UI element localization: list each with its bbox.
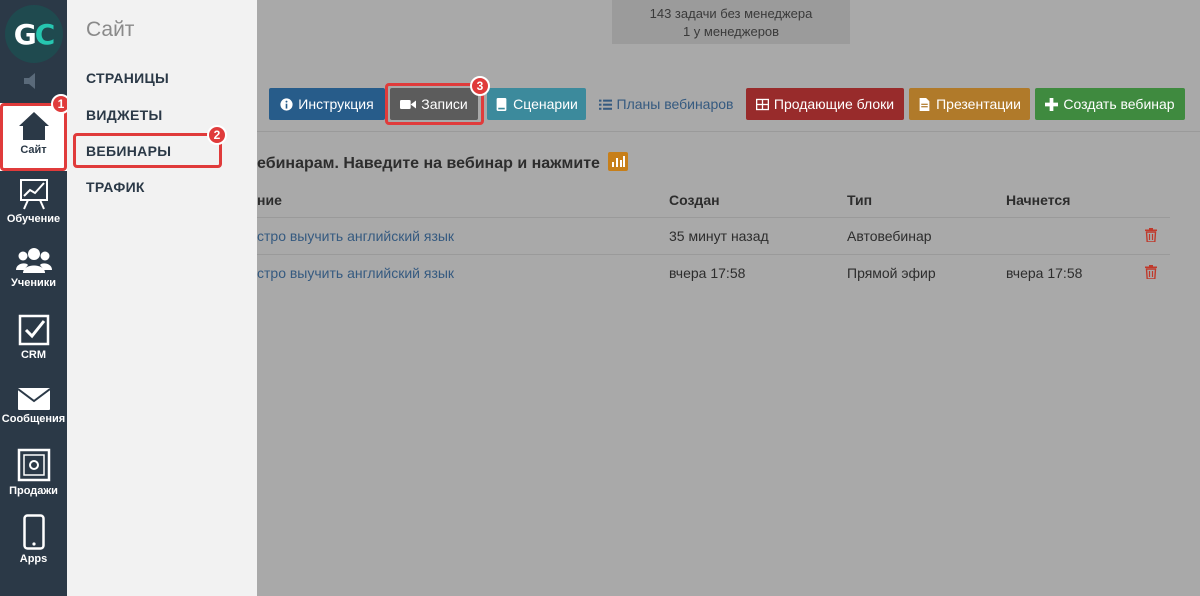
- users-icon: [15, 248, 52, 273]
- column-header-type[interactable]: Тип: [847, 192, 872, 208]
- list-icon: [598, 99, 612, 110]
- selling-blocks-label: Продающие блоки: [773, 96, 895, 112]
- column-header-created[interactable]: Создан: [669, 192, 720, 208]
- menu-item-pages[interactable]: СТРАНИЦЫ: [86, 70, 169, 86]
- menu-item-traffic[interactable]: ТРАФИК: [86, 179, 145, 195]
- rail-item-label: Ученики: [10, 277, 57, 289]
- webinars-highlight: [73, 133, 222, 168]
- column-header-starts[interactable]: Начнется: [1006, 192, 1070, 208]
- instruction-button[interactable]: Инструкция: [269, 88, 385, 120]
- records-highlight: [385, 83, 484, 125]
- logo-mark: GC: [4, 5, 63, 63]
- menu-item-widgets[interactable]: ВИДЖЕТЫ: [86, 107, 163, 123]
- tasks-stats[interactable]: 143 задачи без менеджера 1 у менеджеров: [612, 0, 850, 44]
- phone-icon: [22, 514, 45, 550]
- stats-chart-icon: [608, 152, 629, 171]
- webinar-plans-link[interactable]: Планы вебинаров: [598, 88, 734, 120]
- rail-item-apps[interactable]: Apps: [0, 514, 67, 570]
- rail-item-crm[interactable]: CRM: [0, 314, 67, 366]
- webinar-created: 35 минут назад: [669, 228, 769, 244]
- chart-board-icon: [19, 179, 48, 210]
- webinar-plans-label: Планы вебинаров: [616, 96, 734, 112]
- speaker-icon[interactable]: [22, 72, 46, 90]
- rail-item-learning[interactable]: Обучение: [0, 178, 67, 234]
- webinar-name-link[interactable]: стро выучить английский язык: [257, 265, 454, 281]
- create-webinar-label: Создать вебинар: [1063, 96, 1175, 112]
- webinar-name-link[interactable]: стро выучить английский язык: [257, 228, 454, 244]
- logo-letter-g: G: [13, 17, 37, 51]
- webinar-hint: ебинарам. Наведите на вебинар и нажмите: [257, 152, 629, 173]
- scenarios-label: Сценарии: [513, 96, 578, 112]
- flyout-title: Сайт: [86, 18, 135, 41]
- webinar-type: Прямой эфир: [847, 265, 936, 281]
- rail-item-label: Apps: [19, 553, 48, 565]
- logo-letter-c: C: [34, 17, 56, 51]
- plus-icon: [1045, 97, 1059, 111]
- checkbox-icon: [18, 314, 49, 346]
- toolbar-divider: [257, 131, 1200, 132]
- column-header-name[interactable]: ние: [257, 192, 282, 208]
- envelope-icon: [17, 388, 50, 410]
- step-badge-3: 3: [470, 76, 490, 96]
- trash-icon[interactable]: [1145, 265, 1157, 279]
- step-badge-2: 2: [207, 125, 227, 145]
- rail-item-label: Обучение: [6, 213, 61, 225]
- info-icon: [280, 97, 293, 111]
- site-flyout-menu: Сайт СТРАНИЦЫ ВИДЖЕТЫ ВЕБИНАРЫ ТРАФИК: [67, 0, 257, 596]
- scenarios-button[interactable]: Сценарии: [487, 88, 586, 120]
- webinar-hint-text: ебинарам. Наведите на вебинар и нажмите: [257, 155, 600, 172]
- trash-icon[interactable]: [1145, 228, 1157, 242]
- rail-item-students[interactable]: Ученики: [0, 246, 67, 298]
- create-webinar-button[interactable]: Создать вебинар: [1035, 88, 1185, 120]
- file-icon: [919, 97, 930, 111]
- stats-line-assigned: 1 у менеджеров: [682, 24, 780, 39]
- rail-item-label: Продажи: [9, 485, 58, 497]
- webinar-starts: вчера 17:58: [1006, 265, 1083, 281]
- rail-item-label: Сообщения: [1, 413, 66, 425]
- selling-blocks-button[interactable]: Продающие блоки: [746, 88, 904, 120]
- presentations-button[interactable]: Презентации: [909, 88, 1030, 120]
- grid-icon: [755, 98, 769, 110]
- webinar-created: вчера 17:58: [669, 265, 746, 281]
- rail-item-sales[interactable]: Продажи: [0, 448, 67, 500]
- rail-item-label: CRM: [20, 349, 47, 361]
- table-header-divider: [257, 217, 1170, 218]
- instruction-label: Инструкция: [298, 96, 374, 112]
- table-row-divider: [257, 254, 1170, 255]
- rail-item-messages[interactable]: Сообщения: [0, 388, 67, 432]
- webinar-type: Автовебинар: [847, 228, 932, 244]
- logo[interactable]: GC: [0, 0, 67, 68]
- presentations-label: Презентации: [936, 96, 1021, 112]
- book-icon: [496, 97, 507, 111]
- safe-icon: [17, 448, 50, 482]
- stats-line-unassigned: 143 задачи без менеджера: [649, 6, 813, 21]
- left-rail: GC Сайт Обучение Ученики CRM Сообщения П…: [0, 0, 67, 596]
